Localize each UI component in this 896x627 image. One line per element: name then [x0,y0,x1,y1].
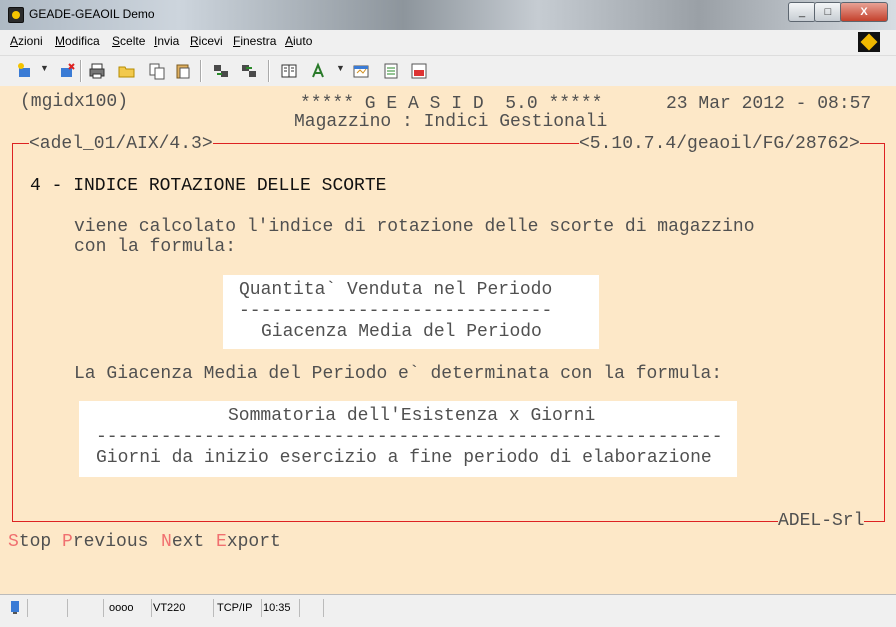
menu-finestra[interactable]: Finestra [233,34,276,48]
brand-logo-icon [858,32,880,52]
open-folder-icon[interactable] [118,62,136,80]
menu-bar: Azioni Modifica Scelte Invia Ricevi Fine… [0,30,896,54]
close-button[interactable]: X [840,2,888,22]
frame-company-label: ADEL-Srl [778,511,865,531]
menu-azioni[interactable]: Azioni [10,34,43,48]
copy-icon[interactable] [148,62,166,80]
document-settings-icon[interactable] [382,62,400,80]
menu-scelte[interactable]: Scelte [112,34,145,48]
disconnect-icon[interactable] [58,62,76,80]
font-icon[interactable] [310,62,328,80]
menu-modifica[interactable]: Modifica [55,34,100,48]
section-heading: 4 - INDICE ROTAZIONE DELLE SCORTE [30,176,387,196]
status-indicator: oooo [106,599,152,617]
print-icon[interactable] [88,62,106,80]
window-title: GEADE-GEAOIL Demo [29,7,155,21]
fkey-next[interactable]: Next [161,532,204,552]
formula-2-numerator: Sommatoria dell'Esistenza x Giorni [228,406,596,426]
maximize-button[interactable]: □ [814,2,842,22]
status-emulation: VT220 [150,599,214,617]
send-file-icon[interactable] [212,62,230,80]
frame-host-label: <adel_01/AIX/4.3> [29,134,213,154]
system-banner: ***** G E A S I D 5.0 ***** [300,94,603,114]
formula-1-rule: ----------------------------- [239,301,553,321]
terminal-screen[interactable]: (mgidx100) ***** G E A S I D 5.0 ***** 2… [0,86,896,594]
app-icon[interactable] [8,7,24,23]
toolbar-separator [80,60,82,82]
connection-status-icon [6,599,28,617]
formula-2-denominator: Giorni da inizio esercizio a fine period… [96,448,712,468]
receive-file-icon[interactable] [240,62,258,80]
status-cell-empty [68,599,104,617]
fkey-previous[interactable]: Previous [62,532,148,552]
menu-ricevi[interactable]: Ricevi [190,34,223,48]
status-protocol: TCP/IP [214,599,262,617]
status-time: 10:35 [260,599,300,617]
description-line-1: viene calcolato l'indice di rotazione de… [74,217,755,237]
properties-icon[interactable] [352,62,370,80]
app-window: GEADE-GEAOIL Demo _ □ X Azioni Modifica … [0,0,896,627]
book-icon[interactable] [280,62,298,80]
title-bar[interactable]: GEADE-GEAOIL Demo _ □ X [0,0,896,30]
toolbar: ▼ ▼ [0,55,896,87]
menu-invia[interactable]: Invia [154,34,179,48]
formula-1-denominator: Giacenza Media del Periodo [261,322,542,342]
menu-aiuto[interactable]: Aiuto [285,34,312,48]
screen-subtitle: Magazzino : Indici Gestionali [294,112,608,132]
frame-version-label: <5.10.7.4/geaoil/FG/28762> [579,134,860,154]
new-connection-icon[interactable] [16,62,34,80]
fkey-stop[interactable]: Stop [8,532,51,552]
toolbar-separator [200,60,202,82]
fkey-export[interactable]: Export [216,532,281,552]
font-dropdown-chevron-icon[interactable]: ▼ [336,63,345,73]
status-cell-empty [30,599,68,617]
formula-2-rule: ----------------------------------------… [96,427,723,447]
description-line-2: con la formula: [74,237,237,257]
date-time: 23 Mar 2012 - 08:57 [666,94,872,114]
description-line-3: La Giacenza Media del Periodo e` determi… [74,364,723,384]
status-cell-empty [300,599,324,617]
paste-icon[interactable] [174,62,192,80]
exit-icon[interactable] [410,62,428,80]
status-bar: oooo VT220 TCP/IP 10:35 [0,594,896,627]
toolbar-separator [268,60,270,82]
minimize-button[interactable]: _ [788,2,816,22]
new-dropdown-chevron-icon[interactable]: ▼ [40,63,49,73]
formula-1-numerator: Quantita` Venduta nel Periodo [239,280,553,300]
program-id: (mgidx100) [20,92,129,112]
